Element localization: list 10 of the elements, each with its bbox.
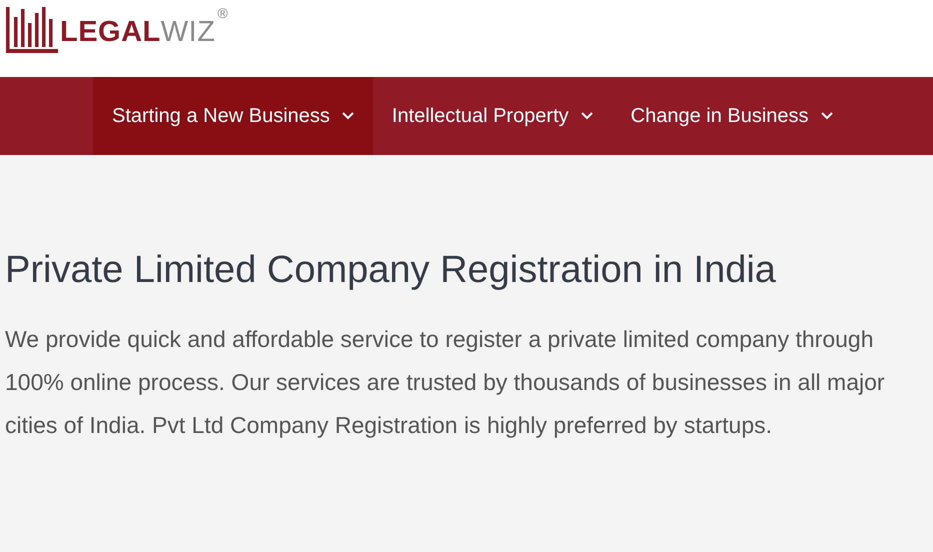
logo-wordmark: LEGALWIZ [60,18,216,47]
intro-paragraph: We provide quick and affordable service to register a private limited company through 100% online process. Our services are trusted by thousands of businesses in all major cities of India. Pvt Ltd Company Registration is highly preferred by startups. [5,325,886,440]
nav-tab[interactable]: Change in Business [612,77,852,155]
nav-tab[interactable]: Intellectual Property [372,77,612,155]
nav-tab[interactable]: Starting a New Business [93,77,373,155]
registered-mark: ® [217,5,228,21]
chevron-down-icon [820,112,833,120]
chevron-down-icon [342,112,354,120]
page-heading: Private Limited Company Registration in India [5,248,777,292]
chevron-down-icon [580,112,593,120]
